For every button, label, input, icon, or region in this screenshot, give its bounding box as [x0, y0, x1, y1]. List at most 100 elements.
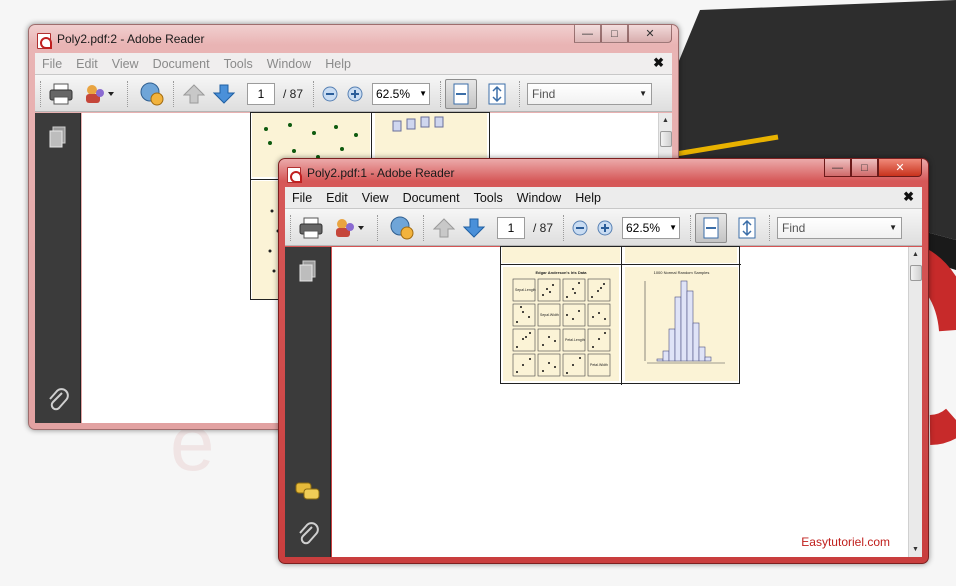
menu-help[interactable]: Help — [568, 191, 608, 205]
share-button[interactable] — [388, 214, 416, 242]
toolbar-separator — [519, 81, 521, 107]
paperclip-icon[interactable] — [297, 521, 319, 547]
collaborate-button[interactable] — [331, 214, 367, 242]
zoom-out-button[interactable] — [571, 214, 589, 242]
chart-panel — [502, 247, 620, 263]
menu-tools[interactable]: Tools — [217, 57, 260, 71]
menu-view[interactable]: View — [105, 57, 146, 71]
comments-icon[interactable] — [295, 481, 321, 503]
printer-icon — [299, 217, 323, 239]
toolbar-separator — [40, 81, 42, 107]
next-page-button[interactable] — [211, 80, 237, 108]
collaborate-icon — [86, 85, 114, 103]
fit-width-button[interactable] — [445, 79, 477, 109]
page-number-input[interactable]: 1 — [247, 83, 275, 105]
menu-window[interactable]: Window — [260, 57, 318, 71]
maximize-button[interactable]: □ — [851, 159, 878, 177]
menu-document[interactable]: Document — [396, 191, 467, 205]
document-view[interactable]: Edgar Anderson's Iris Data Sepal.Length … — [332, 246, 908, 557]
toolbar-separator — [313, 81, 315, 107]
arrow-up-icon — [433, 218, 455, 238]
share-icon — [140, 82, 164, 106]
navigation-pane — [35, 113, 81, 423]
menu-file[interactable]: File — [35, 57, 69, 71]
menu-bar: File Edit View Document Tools Window Hel… — [35, 53, 672, 74]
matrix-label: Sepal.Width — [540, 313, 559, 317]
menu-edit[interactable]: Edit — [319, 191, 355, 205]
watermark-text: Easytutoriel.com — [801, 535, 890, 549]
close-document-button[interactable]: ✖ — [903, 189, 914, 205]
matrix-label: Sepal.Length — [515, 288, 536, 292]
menu-document[interactable]: Document — [146, 57, 217, 71]
page-number-input[interactable]: 1 — [497, 217, 525, 239]
menu-help[interactable]: Help — [318, 57, 358, 71]
collaborate-button[interactable] — [81, 80, 117, 108]
pdf-icon — [37, 33, 52, 49]
titlebar[interactable]: Poly2.pdf:2 - Adobe Reader — □ ✕ — [29, 25, 678, 53]
scroll-down-icon[interactable]: ▼ — [912, 546, 919, 553]
scroll-up-icon[interactable]: ▲ — [912, 251, 919, 258]
maximize-button[interactable]: □ — [601, 25, 628, 43]
close-button[interactable]: ✕ — [878, 159, 922, 177]
printer-icon — [49, 83, 73, 105]
close-button[interactable]: ✕ — [628, 25, 672, 43]
navigation-pane — [285, 247, 331, 557]
toolbar: 1 / 87 62.5% ▼ Find ▼ — [35, 74, 672, 112]
share-button[interactable] — [138, 80, 166, 108]
pages-icon[interactable] — [47, 125, 69, 149]
toolbar-separator — [173, 81, 175, 107]
zoom-out-button[interactable] — [321, 80, 339, 108]
toolbar-separator — [127, 81, 129, 107]
fit-width-icon — [453, 83, 469, 105]
arrow-down-icon — [463, 218, 485, 238]
toolbar-separator — [563, 215, 565, 241]
fit-width-icon — [703, 217, 719, 239]
previous-page-button[interactable] — [181, 80, 207, 108]
collaborate-icon — [336, 219, 364, 237]
fit-page-button[interactable] — [484, 80, 510, 108]
zoom-in-button[interactable] — [596, 214, 614, 242]
fit-width-button[interactable] — [695, 213, 727, 243]
zoom-select[interactable]: 62.5% ▼ — [622, 217, 680, 239]
zoom-select[interactable]: 62.5% ▼ — [372, 83, 430, 105]
reader-window-front[interactable]: Poly2.pdf:1 - Adobe Reader — □ ✕ File Ed… — [278, 158, 929, 564]
chevron-down-icon: ▼ — [639, 89, 647, 98]
scroll-thumb[interactable] — [910, 265, 922, 281]
toolbar-separator — [290, 215, 292, 241]
histogram-panel: 1000 Normal Random Samples — [625, 267, 738, 381]
scroll-up-icon[interactable]: ▲ — [662, 117, 669, 124]
find-input[interactable]: Find ▼ — [777, 217, 902, 239]
toolbar-separator — [769, 215, 771, 241]
print-button[interactable] — [47, 80, 75, 108]
titlebar[interactable]: Poly2.pdf:1 - Adobe Reader — □ ✕ — [279, 159, 928, 187]
zoom-in-icon — [347, 86, 363, 102]
minimize-button[interactable]: — — [824, 159, 851, 177]
menu-window[interactable]: Window — [510, 191, 568, 205]
previous-page-button[interactable] — [431, 214, 457, 242]
menu-tools[interactable]: Tools — [467, 191, 510, 205]
pages-icon[interactable] — [297, 259, 319, 283]
next-page-button[interactable] — [461, 214, 487, 242]
page-total: / 87 — [533, 221, 554, 235]
menu-view[interactable]: View — [355, 191, 396, 205]
pdf-icon — [287, 167, 302, 183]
toolbar-separator — [690, 215, 692, 241]
scatter-matrix-panel: Edgar Anderson's Iris Data Sepal.Length … — [503, 267, 619, 381]
minimize-button[interactable]: — — [574, 25, 601, 43]
scroll-thumb[interactable] — [660, 131, 672, 147]
arrow-down-icon — [213, 84, 235, 104]
page-total: / 87 — [283, 87, 304, 101]
zoom-out-icon — [572, 220, 588, 236]
print-button[interactable] — [297, 214, 325, 242]
chevron-down-icon: ▼ — [889, 223, 897, 232]
toolbar-separator — [440, 81, 442, 107]
fit-page-button[interactable] — [734, 214, 760, 242]
menu-edit[interactable]: Edit — [69, 57, 105, 71]
menu-file[interactable]: File — [285, 191, 319, 205]
zoom-in-button[interactable] — [346, 80, 364, 108]
vertical-scrollbar[interactable]: ▲ ▼ — [908, 247, 922, 557]
close-document-button[interactable]: ✖ — [653, 55, 664, 71]
find-input[interactable]: Find ▼ — [527, 83, 652, 105]
paperclip-icon[interactable] — [47, 387, 69, 413]
toolbar-separator — [423, 215, 425, 241]
